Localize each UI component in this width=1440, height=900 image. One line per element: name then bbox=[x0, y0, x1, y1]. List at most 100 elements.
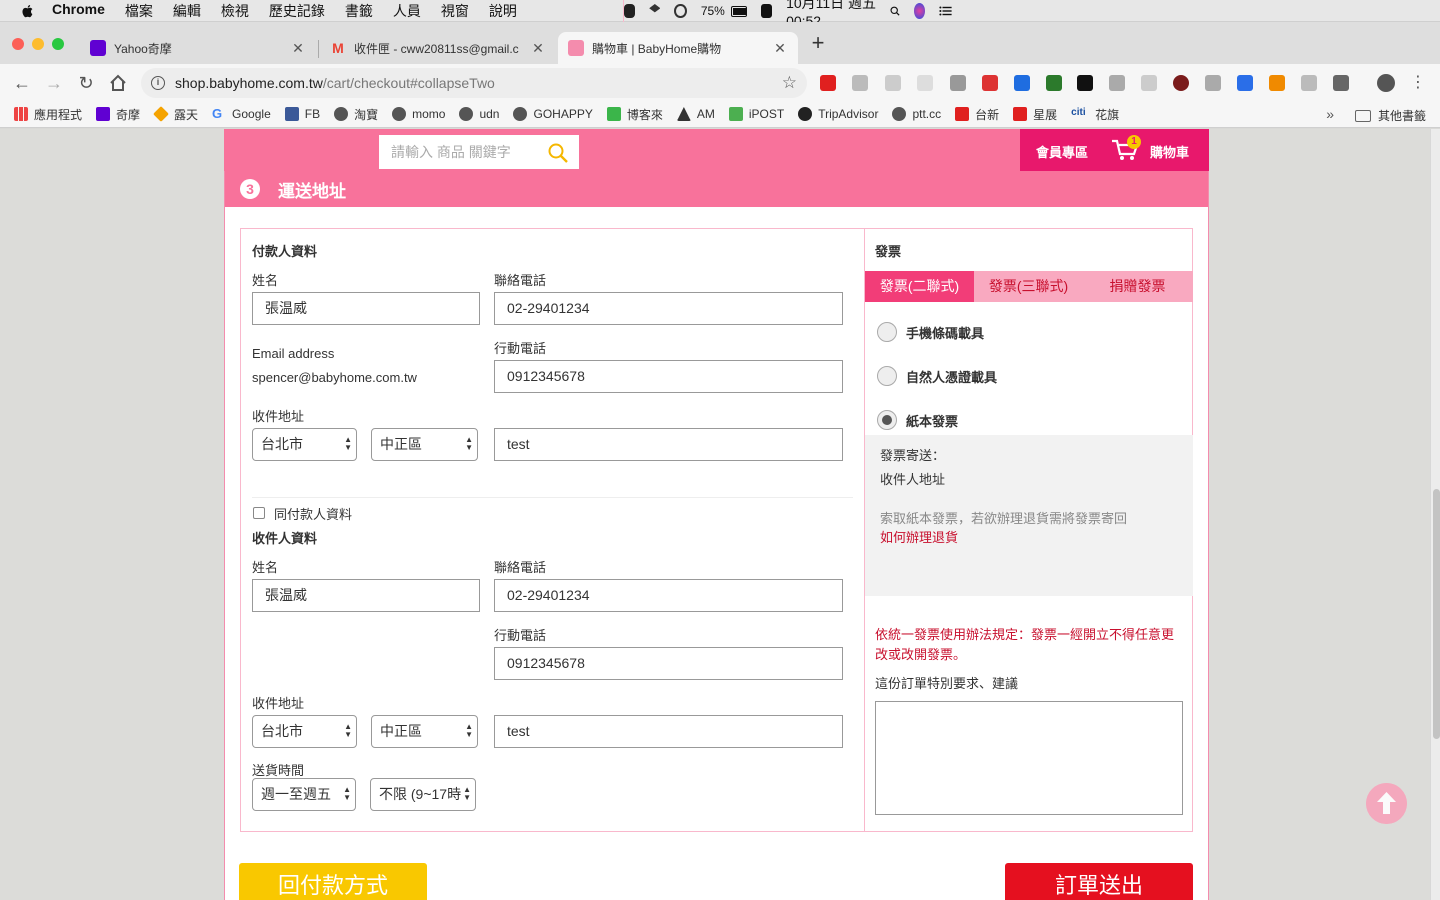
bookmark-gohappy[interactable]: GOHAPPY bbox=[513, 107, 593, 121]
address-bar[interactable]: i shop.babyhome.com.tw/cart/checkout#col… bbox=[141, 68, 807, 98]
siri-icon[interactable] bbox=[914, 3, 926, 19]
menu-help[interactable]: 說明 bbox=[489, 1, 517, 21]
member-area-link[interactable]: 會員專區 bbox=[1036, 142, 1088, 161]
extension-card-icon[interactable] bbox=[885, 75, 901, 91]
profile-avatar-icon[interactable] bbox=[1377, 74, 1395, 92]
option-citizen-certificate[interactable]: 自然人憑證載具 bbox=[877, 366, 997, 386]
menu-history[interactable]: 歷史記錄 bbox=[269, 1, 325, 21]
submit-order-button[interactable]: 訂單送出 bbox=[1005, 863, 1193, 900]
browser-menu-icon[interactable]: ⋮ bbox=[1408, 73, 1428, 93]
extension-send-icon[interactable] bbox=[1109, 75, 1125, 91]
zoom-window-button[interactable] bbox=[52, 38, 64, 50]
bookmark-udn[interactable]: udn bbox=[459, 107, 499, 121]
menu-view[interactable]: 檢視 bbox=[221, 1, 249, 21]
close-tab-icon[interactable]: ✕ bbox=[290, 40, 306, 57]
bookmark-taobao[interactable]: 淘寶 bbox=[334, 106, 378, 123]
menu-people[interactable]: 人員 bbox=[393, 1, 421, 21]
close-window-button[interactable] bbox=[12, 38, 24, 50]
bookmark-am[interactable]: AM bbox=[676, 107, 715, 121]
other-bookmarks[interactable]: 其他書籤 bbox=[1354, 107, 1426, 124]
bookmark-ipost[interactable]: iPOST bbox=[728, 107, 784, 121]
extension-chat-icon[interactable] bbox=[1333, 75, 1349, 91]
line-icon[interactable] bbox=[624, 4, 636, 18]
radio-button[interactable] bbox=[877, 366, 897, 386]
apple-icon[interactable] bbox=[20, 3, 36, 19]
page-scrollbar[interactable] bbox=[1430, 129, 1440, 900]
bookmark-ptt[interactable]: ptt.cc bbox=[892, 107, 941, 121]
tab-invoice-triplicate[interactable]: 發票(三聯式) bbox=[974, 271, 1083, 302]
extension-b-icon[interactable] bbox=[1301, 75, 1317, 91]
site-info-icon[interactable]: i bbox=[151, 76, 165, 90]
reload-icon[interactable]: ↻ bbox=[76, 73, 96, 93]
bookmark-apps[interactable]: 應用程式 bbox=[14, 106, 82, 123]
new-tab-button[interactable]: + bbox=[808, 32, 828, 54]
bookmark-taishin[interactable]: 台新 bbox=[955, 106, 999, 123]
payer-name-input[interactable]: 張温威 bbox=[252, 292, 480, 325]
extension-bw-icon[interactable] bbox=[1046, 75, 1062, 91]
back-to-payment-button[interactable]: 回付款方式 bbox=[239, 863, 427, 900]
option-paper-invoice[interactable]: 紙本發票 bbox=[877, 410, 958, 430]
bookmark-books[interactable]: 博客來 bbox=[606, 106, 663, 123]
delivery-hour-select[interactable]: 不限 (9~17時 ▲ ▼ bbox=[370, 778, 476, 811]
bookmarks-overflow-button[interactable]: » bbox=[1326, 106, 1334, 122]
menu-bookmarks[interactable]: 書籤 bbox=[345, 1, 373, 21]
input-method-icon[interactable] bbox=[760, 4, 773, 18]
extension-bookmark-icon[interactable] bbox=[1237, 75, 1253, 91]
extension-vlc-icon[interactable] bbox=[1269, 75, 1285, 91]
extension-cloud-icon[interactable] bbox=[1205, 75, 1221, 91]
receiver-city-select[interactable]: 台北市 ▲ ▼ bbox=[252, 715, 357, 748]
bookmark-star-icon[interactable]: ☆ bbox=[782, 73, 797, 93]
receiver-address-input[interactable]: test bbox=[494, 715, 843, 748]
bookmark-yahoo[interactable]: 奇摩 bbox=[96, 106, 140, 123]
receiver-phone-input[interactable]: 02-29401234 bbox=[494, 579, 843, 612]
same-as-payer-checkbox[interactable] bbox=[253, 507, 265, 519]
payer-city-select[interactable]: 台北市 ▲ ▼ bbox=[252, 428, 357, 461]
sync-icon[interactable] bbox=[674, 4, 687, 18]
radio-button-selected[interactable] bbox=[877, 410, 897, 430]
remark-textarea[interactable] bbox=[875, 701, 1183, 815]
menu-window[interactable]: 視窗 bbox=[441, 1, 469, 21]
spotlight-search-icon[interactable] bbox=[890, 4, 900, 18]
menu-app[interactable]: Chrome bbox=[52, 1, 105, 21]
menu-file[interactable]: 檔案 bbox=[125, 1, 153, 21]
battery-icon[interactable] bbox=[730, 5, 747, 17]
tab-invoice-donation[interactable]: 捐贈發票 bbox=[1083, 271, 1192, 302]
close-tab-icon[interactable]: ✕ bbox=[530, 40, 546, 57]
tab-invoice-duplicate[interactable]: 發票(二聯式) bbox=[865, 271, 974, 302]
receiver-name-input[interactable]: 張温威 bbox=[252, 579, 480, 612]
how-to-return-link[interactable]: 如何辦理退貨 bbox=[880, 527, 958, 546]
bookmark-google[interactable]: G Google bbox=[212, 107, 271, 122]
tab-gmail[interactable]: M 收件匣 - cww20811ss@gmail.c ✕ bbox=[320, 32, 556, 64]
bookmark-tripadvisor[interactable]: TripAdvisor bbox=[798, 107, 878, 121]
close-tab-icon[interactable]: ✕ bbox=[772, 40, 788, 57]
receiver-mobile-input[interactable]: 0912345678 bbox=[494, 647, 843, 680]
extension-qr-icon[interactable] bbox=[917, 75, 933, 91]
extension-check-icon[interactable] bbox=[1141, 75, 1157, 91]
extension-k-icon[interactable] bbox=[1173, 75, 1189, 91]
extension-analytics-icon[interactable] bbox=[950, 75, 966, 91]
same-as-payer-label[interactable]: 同付款人資料 bbox=[274, 504, 352, 523]
bookmark-dbs[interactable]: 星展 bbox=[1013, 106, 1057, 123]
forward-arrow-icon[interactable]: → bbox=[44, 73, 64, 93]
receiver-district-select[interactable]: 中正區 ▲ ▼ bbox=[371, 715, 478, 748]
tab-yahoo[interactable]: Yahoo奇摩 ✕ bbox=[80, 32, 316, 64]
bookmark-citi[interactable]: citi 花旗 bbox=[1071, 106, 1119, 123]
bookmark-facebook[interactable]: FB bbox=[284, 107, 320, 121]
cart-link[interactable]: 購物車 bbox=[1150, 142, 1189, 161]
radio-button[interactable] bbox=[877, 322, 897, 342]
payer-mobile-input[interactable]: 0912345678 bbox=[494, 360, 843, 393]
home-icon[interactable] bbox=[108, 73, 128, 93]
minimize-window-button[interactable] bbox=[32, 38, 44, 50]
extension-dropbox-icon[interactable] bbox=[1014, 75, 1030, 91]
menu-edit[interactable]: 編輯 bbox=[173, 1, 201, 21]
scrollbar-thumb[interactable] bbox=[1433, 489, 1440, 739]
bookmark-momo[interactable]: momo bbox=[392, 107, 445, 121]
extension-shield-icon[interactable] bbox=[852, 75, 868, 91]
tab-babyhome-cart[interactable]: 購物車 | BabyHome購物 ✕ bbox=[558, 32, 798, 64]
bookmark-ruten[interactable]: 露天 bbox=[153, 106, 198, 123]
payer-phone-input[interactable]: 02-29401234 bbox=[494, 292, 843, 325]
site-search-input[interactable]: 請輸入 商品 關鍵字 bbox=[379, 135, 579, 169]
dropbox-icon[interactable] bbox=[649, 4, 661, 13]
payer-address-input[interactable]: test bbox=[494, 428, 843, 461]
extension-01-icon[interactable] bbox=[1077, 75, 1093, 91]
